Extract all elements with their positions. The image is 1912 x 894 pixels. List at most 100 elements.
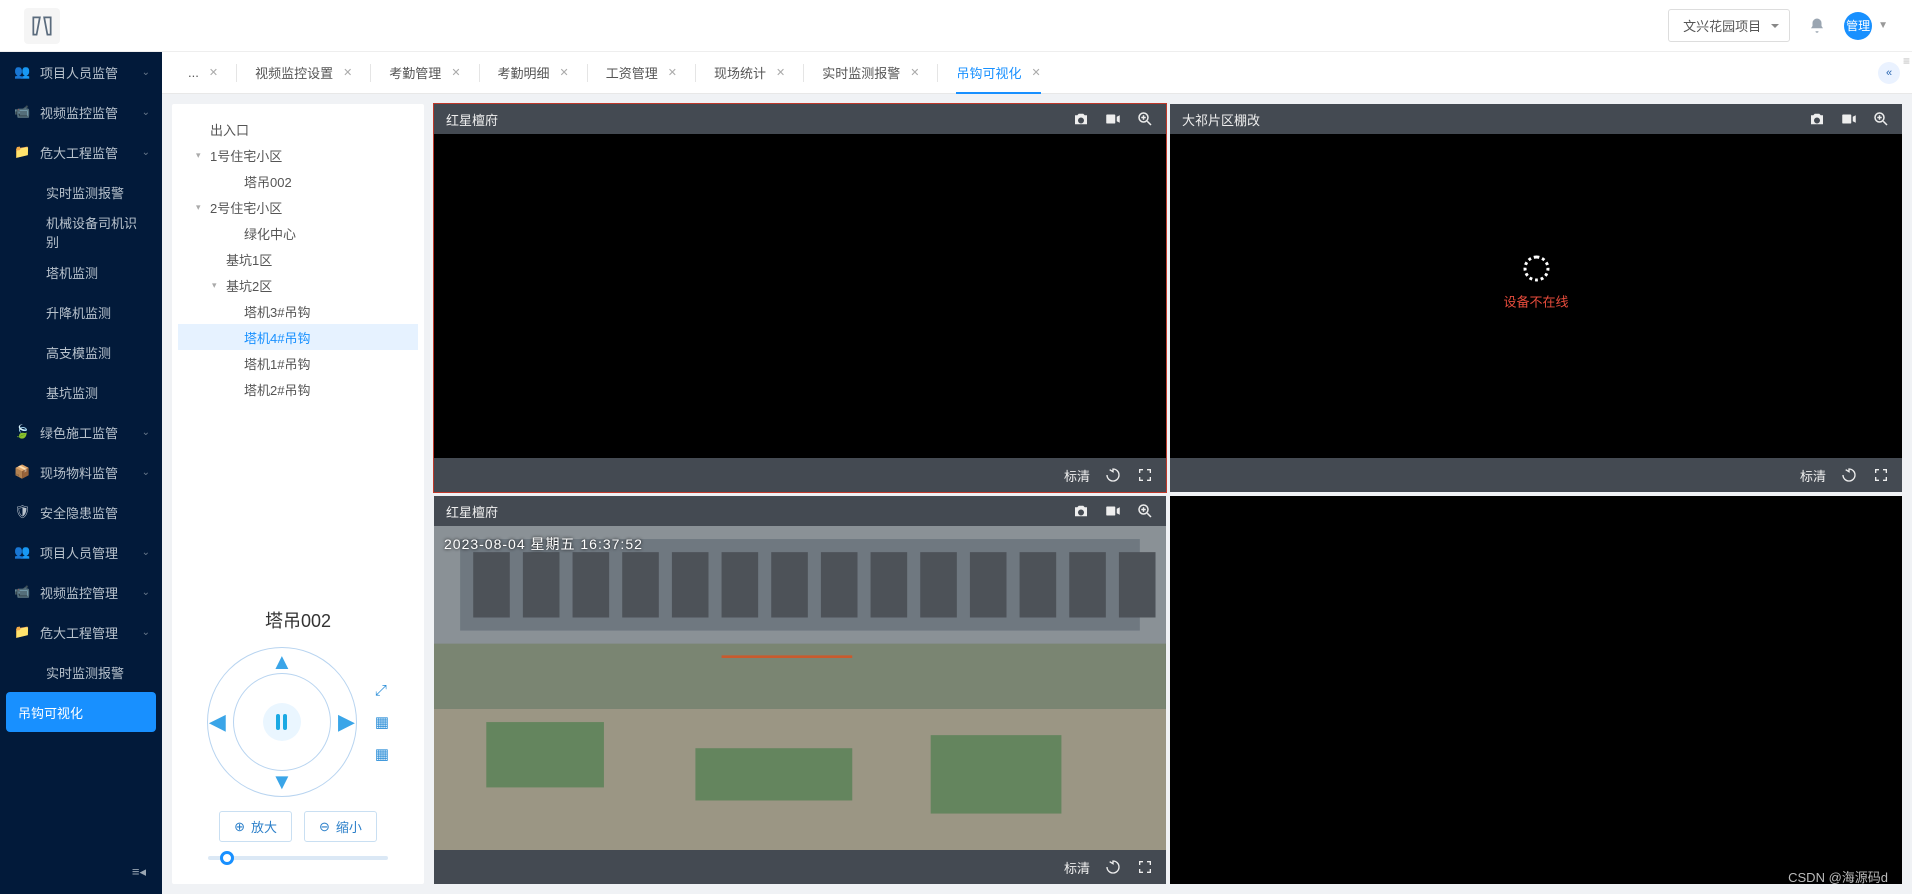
user-menu[interactable]: 管理 ▼ bbox=[1844, 12, 1888, 40]
tree-node-4[interactable]: 绿化中心 bbox=[178, 220, 418, 246]
sidebar-item-4[interactable]: 机械设备司机识别 bbox=[0, 212, 162, 252]
video-cell-2[interactable]: 红星檀府2023-08-04 星期五 16:37:52标清 bbox=[434, 496, 1166, 884]
close-icon[interactable]: ✕ bbox=[209, 66, 218, 79]
tab-1[interactable]: 视频监控设置✕ bbox=[237, 52, 370, 94]
tabs-collapse-button[interactable]: « bbox=[1878, 62, 1900, 84]
record-icon[interactable] bbox=[1840, 110, 1858, 128]
close-icon[interactable]: ✕ bbox=[451, 66, 460, 79]
menu-icon: 📦 bbox=[14, 464, 30, 480]
close-icon[interactable]: ✕ bbox=[1031, 66, 1040, 79]
sidebar-item-0[interactable]: 👥项目人员监管⌄ bbox=[0, 52, 162, 92]
tree-node-0[interactable]: 出入口 bbox=[178, 116, 418, 142]
replay-icon[interactable] bbox=[1840, 466, 1858, 484]
sidebar-item-7[interactable]: 高支模监测 bbox=[0, 332, 162, 372]
fullscreen-icon[interactable] bbox=[1136, 858, 1154, 876]
project-select[interactable]: 文兴花园项目 bbox=[1668, 9, 1790, 42]
replay-icon[interactable] bbox=[1104, 466, 1122, 484]
tab-6[interactable]: 实时监测报警 ✕ bbox=[804, 52, 937, 94]
fullscreen-icon[interactable] bbox=[1136, 466, 1154, 484]
quality-label[interactable]: 标清 bbox=[1064, 466, 1090, 485]
sidebar-item-label: 视频监控监管 bbox=[40, 103, 118, 122]
sidebar-item-5[interactable]: 塔机监测 bbox=[0, 252, 162, 292]
tree-node-label: 出入口 bbox=[210, 120, 249, 139]
ptz-left-button[interactable]: ◀ bbox=[209, 709, 226, 735]
fullscreen-icon[interactable] bbox=[1872, 466, 1890, 484]
tree-node-1[interactable]: ▾1号住宅小区 bbox=[178, 142, 418, 168]
sidebar-item-11[interactable]: 🛡安全隐患监管 bbox=[0, 492, 162, 532]
tree-node-8[interactable]: 塔机4#吊钩 bbox=[178, 324, 418, 350]
camera-icon[interactable] bbox=[1808, 110, 1826, 128]
sidebar-item-13[interactable]: 📹视频监控管理⌄ bbox=[0, 572, 162, 612]
sidebar-item-label: 塔机监测 bbox=[46, 263, 98, 282]
sidebar-item-14[interactable]: 📁危大工程管理⌄ bbox=[0, 612, 162, 652]
sidebar-item-label: 高支模监测 bbox=[46, 343, 111, 362]
grid-3x3-icon[interactable]: ▦ bbox=[375, 745, 389, 763]
sidebar-item-1[interactable]: 📹视频监控监管⌄ bbox=[0, 92, 162, 132]
ptz-pause-button[interactable] bbox=[263, 703, 301, 741]
bell-icon[interactable] bbox=[1808, 17, 1826, 35]
tree-node-6[interactable]: ▾基坑2区 bbox=[178, 272, 418, 298]
camera-icon[interactable] bbox=[1072, 502, 1090, 520]
sidebar-item-6[interactable]: 升降机监测 bbox=[0, 292, 162, 332]
tab-5[interactable]: 现场统计✕ bbox=[696, 52, 803, 94]
ptz-dial[interactable]: ▲ ▼ ◀ ▶ bbox=[207, 647, 357, 797]
zoom-out-button[interactable]: ⊖缩小 bbox=[304, 811, 377, 842]
tab-label: 考勤明细 bbox=[498, 63, 550, 82]
video-cell-3[interactable] bbox=[1170, 496, 1902, 884]
tab-2[interactable]: 考勤管理✕ bbox=[371, 52, 478, 94]
tab-7[interactable]: 吊钩可视化 ✕ bbox=[938, 52, 1058, 94]
tab-0[interactable]: ...✕ bbox=[170, 52, 236, 94]
zoom-icon[interactable] bbox=[1872, 110, 1890, 128]
tree-node-7[interactable]: 塔机3#吊钩 bbox=[178, 298, 418, 324]
sidebar-item-8[interactable]: 基坑监测 bbox=[0, 372, 162, 412]
video-body: 设备不在线 bbox=[1170, 134, 1902, 458]
ptz-down-button[interactable]: ▼ bbox=[271, 769, 293, 795]
sidebar-item-16[interactable]: 吊钩可视化 bbox=[6, 692, 156, 732]
tab-label: 吊钩可视化 bbox=[956, 63, 1021, 82]
fullscreen-icon[interactable]: ⤢ bbox=[375, 682, 389, 699]
sidebar-item-15[interactable]: 实时监测报警 bbox=[0, 652, 162, 692]
tree-node-2[interactable]: 塔吊002 bbox=[178, 168, 418, 194]
replay-icon[interactable] bbox=[1104, 858, 1122, 876]
ptz-right-button[interactable]: ▶ bbox=[338, 709, 355, 735]
menu-icon: 📹 bbox=[14, 584, 30, 600]
record-icon[interactable] bbox=[1104, 110, 1122, 128]
zoom-icon[interactable] bbox=[1136, 502, 1154, 520]
tree-node-label: 塔机3#吊钩 bbox=[244, 302, 310, 321]
sidebar-item-2[interactable]: 📁危大工程监管⌄ bbox=[0, 132, 162, 172]
sidebar-item-label: 实时监测报警 bbox=[46, 663, 124, 682]
camera-icon[interactable] bbox=[1072, 110, 1090, 128]
tab-3[interactable]: 考勤明细 ✕ bbox=[480, 52, 587, 94]
video-title: 大祁片区棚改 bbox=[1182, 110, 1260, 129]
ptz-up-button[interactable]: ▲ bbox=[271, 649, 293, 675]
close-icon[interactable]: ✕ bbox=[910, 66, 919, 79]
quality-label[interactable]: 标清 bbox=[1064, 858, 1090, 877]
tab-label: 实时监测报警 bbox=[822, 63, 900, 82]
grid-2x2-icon[interactable]: ▦ bbox=[375, 713, 389, 731]
quality-label[interactable]: 标清 bbox=[1800, 466, 1826, 485]
video-header: 红星檀府 bbox=[434, 496, 1166, 526]
sidebar-item-9[interactable]: 🍃绿色施工监管⌄ bbox=[0, 412, 162, 452]
sidebar-item-10[interactable]: 📦现场物料监管⌄ bbox=[0, 452, 162, 492]
speed-slider[interactable] bbox=[208, 856, 388, 860]
tree-node-3[interactable]: ▾2号住宅小区 bbox=[178, 194, 418, 220]
sidebar-item-3[interactable]: 实时监测报警 bbox=[0, 172, 162, 212]
zoom-icon[interactable] bbox=[1136, 110, 1154, 128]
menu-icon: 👥 bbox=[14, 544, 30, 560]
close-icon[interactable]: ✕ bbox=[668, 66, 677, 79]
video-cell-1[interactable]: 大祁片区棚改设备不在线标清 bbox=[1170, 104, 1902, 492]
close-icon[interactable]: ✕ bbox=[560, 66, 569, 79]
zoom-in-button[interactable]: ⊕放大 bbox=[219, 811, 292, 842]
close-icon[interactable]: ✕ bbox=[343, 66, 352, 79]
tab-4[interactable]: 工资管理✕ bbox=[588, 52, 695, 94]
tree-caret-icon: ▾ bbox=[212, 280, 224, 291]
tree-node-9[interactable]: 塔机1#吊钩 bbox=[178, 350, 418, 376]
record-icon[interactable] bbox=[1104, 502, 1122, 520]
video-cell-0[interactable]: 红星檀府标清 bbox=[434, 104, 1166, 492]
tabs-more-icon[interactable]: ≡ bbox=[1903, 54, 1910, 68]
tree-node-10[interactable]: 塔机2#吊钩 bbox=[178, 376, 418, 402]
tree-node-5[interactable]: 基坑1区 bbox=[178, 246, 418, 272]
sidebar-collapse-button[interactable]: ≡◂ bbox=[0, 850, 162, 894]
close-icon[interactable]: ✕ bbox=[776, 66, 785, 79]
sidebar-item-12[interactable]: 👥项目人员管理⌄ bbox=[0, 532, 162, 572]
